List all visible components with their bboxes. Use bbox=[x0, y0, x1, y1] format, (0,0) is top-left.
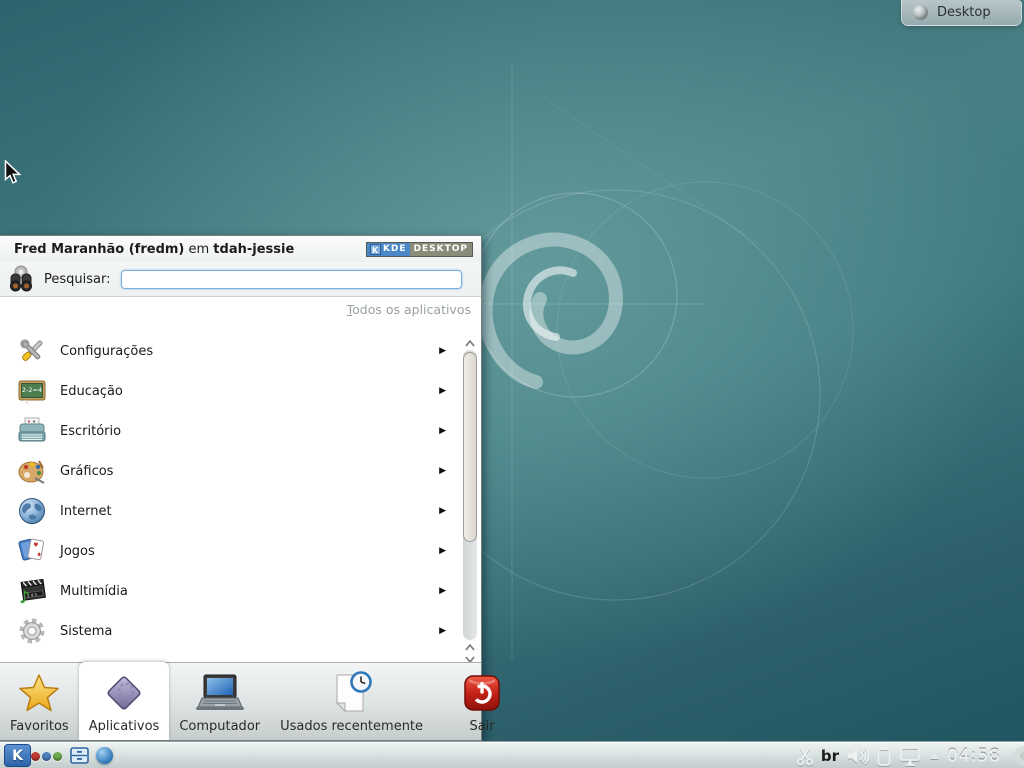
svg-text:♪: ♪ bbox=[19, 588, 30, 606]
typewriter-icon bbox=[16, 415, 48, 447]
category-row-graficos[interactable]: Gráficos ▶ bbox=[0, 451, 460, 491]
binoculars-search-icon bbox=[8, 264, 38, 294]
kde-diamond-icon bbox=[102, 671, 146, 715]
laptop-icon bbox=[194, 671, 246, 715]
submenu-arrow-icon: ▶ bbox=[439, 626, 446, 636]
star-icon bbox=[18, 671, 60, 715]
submenu-arrow-icon: ▶ bbox=[439, 426, 446, 436]
header-divider bbox=[0, 296, 481, 297]
blue-dot-icon[interactable] bbox=[42, 752, 51, 761]
playing-cards-icon: ♥ ♦ bbox=[16, 535, 48, 567]
palette-icon bbox=[16, 455, 48, 487]
scroll-up-button-2[interactable] bbox=[462, 642, 478, 652]
document-clock-icon bbox=[329, 671, 375, 715]
tab-sair[interactable]: Sair bbox=[451, 663, 513, 740]
submenu-arrow-icon: ▶ bbox=[439, 586, 446, 596]
kickoff-tab-bar: Favoritos Aplicativos bbox=[0, 662, 481, 740]
all-applications-link[interactable]: Todos os aplicativos bbox=[347, 302, 471, 317]
digital-clock[interactable]: 04:58 bbox=[947, 746, 1001, 766]
kde-k-logo-icon: K bbox=[370, 244, 381, 255]
category-row-internet[interactable]: Internet ▶ bbox=[0, 491, 460, 531]
category-row-configuracoes[interactable]: Configurações ▶ bbox=[0, 331, 460, 371]
scroll-up-button[interactable] bbox=[462, 338, 478, 348]
tab-usados-recentemente[interactable]: Usados recentemente bbox=[270, 663, 433, 740]
submenu-arrow-icon: ▶ bbox=[439, 346, 446, 356]
category-row-jogos[interactable]: ♥ ♦ Jogos ▶ bbox=[0, 531, 460, 571]
scissors-klipper-icon[interactable] bbox=[796, 746, 814, 766]
monitor-network-icon[interactable] bbox=[898, 746, 922, 766]
tab-favoritos[interactable]: Favoritos bbox=[0, 663, 79, 740]
power-icon bbox=[461, 671, 503, 715]
user-host-title: Fred Maranhão (fredm) em tdah-jessie bbox=[14, 242, 294, 257]
submenu-arrow-icon: ▶ bbox=[439, 466, 446, 476]
kickoff-menu: Fred Maranhão (fredm) em tdah-jessie KKD… bbox=[0, 235, 482, 741]
list-scrollbar bbox=[462, 338, 478, 664]
folder-view-title: Desktop bbox=[937, 5, 991, 20]
svg-text:2-2=4: 2-2=4 bbox=[22, 386, 42, 394]
tray-expand-arrow-icon[interactable] bbox=[929, 752, 940, 760]
folder-view-widget[interactable]: Desktop bbox=[901, 0, 1022, 26]
chalkboard-icon: 2-2=4 bbox=[16, 375, 48, 407]
search-input[interactable] bbox=[121, 270, 462, 289]
kde-kickoff-icon[interactable]: K bbox=[4, 744, 31, 767]
tab-computador[interactable]: Computador bbox=[169, 663, 270, 740]
red-dot-icon[interactable] bbox=[31, 752, 40, 761]
folder-view-icon bbox=[913, 5, 928, 20]
battery-icon[interactable] bbox=[877, 746, 891, 766]
category-row-escritorio[interactable]: Escritório ▶ bbox=[0, 411, 460, 451]
scrollbar-thumb[interactable] bbox=[463, 352, 477, 542]
drawer-icon[interactable] bbox=[70, 747, 89, 768]
mouse-cursor bbox=[4, 160, 24, 186]
submenu-arrow-icon: ▶ bbox=[439, 386, 446, 396]
kickoff-search-row: Pesquisar: bbox=[0, 262, 481, 296]
green-dot-icon[interactable] bbox=[53, 752, 62, 761]
system-tray: br bbox=[796, 742, 1024, 768]
blue-sphere-icon[interactable] bbox=[96, 747, 113, 764]
kickoff-header: Fred Maranhão (fredm) em tdah-jessie KKD… bbox=[0, 236, 481, 262]
speaker-volume-icon[interactable] bbox=[846, 747, 870, 765]
submenu-arrow-icon: ▶ bbox=[439, 506, 446, 516]
taskbar-panel: K br bbox=[0, 741, 1024, 768]
tab-aplicativos[interactable]: Aplicativos bbox=[79, 662, 170, 740]
category-row-educacao[interactable]: 2-2=4 Educação ▶ bbox=[0, 371, 460, 411]
desktop: Desktop Fred Maranhão (fredm) em tdah-je… bbox=[0, 0, 1024, 768]
category-list: Configurações ▶ 2-2=4 Educação ▶ bbox=[0, 331, 460, 664]
plasma-cashew-icon[interactable] bbox=[1010, 744, 1024, 768]
search-label: Pesquisar: bbox=[44, 272, 111, 287]
category-row-sistema[interactable]: Sistema ▶ bbox=[0, 611, 460, 651]
globe-icon bbox=[16, 495, 48, 527]
submenu-arrow-icon: ▶ bbox=[439, 546, 446, 556]
keyboard-layout-indicator[interactable]: br bbox=[821, 747, 839, 765]
tools-icon bbox=[16, 335, 48, 367]
gear-icon bbox=[16, 615, 48, 647]
kde-desktop-badge: KKDE DESKTOP bbox=[366, 242, 473, 257]
category-row-multimidia[interactable]: 2 4 5 ♪ Multimídia ▶ bbox=[0, 571, 460, 611]
clapperboard-note-icon: 2 4 5 ♪ bbox=[16, 575, 48, 607]
